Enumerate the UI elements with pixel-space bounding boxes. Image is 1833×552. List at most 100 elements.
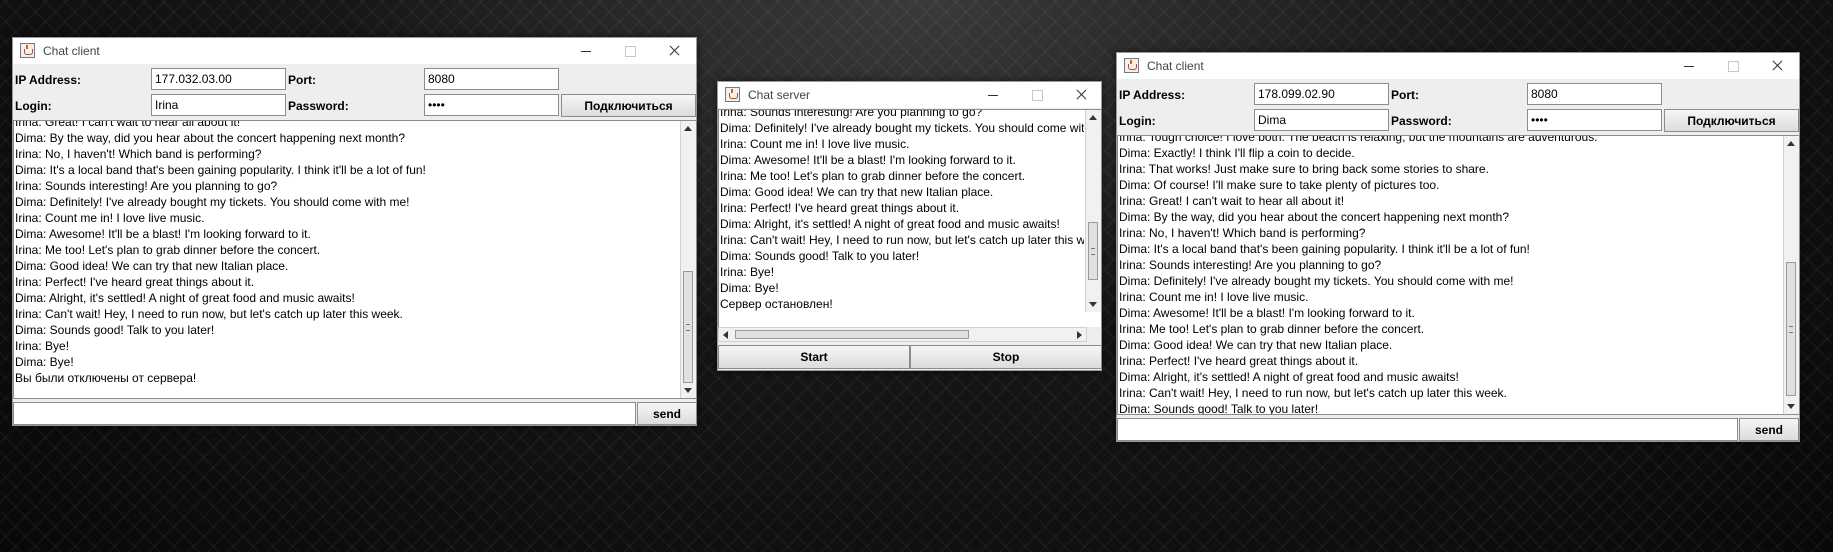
chat-message: Dima: Bye! (15, 355, 74, 369)
chat-message: Dima: It's a local band that's been gain… (1119, 242, 1530, 256)
vertical-scrollbar[interactable] (1085, 110, 1101, 312)
login-label: Login: (15, 99, 52, 113)
title-bar[interactable]: Chat client (13, 38, 696, 64)
horizontal-scrollbar[interactable] (718, 327, 1087, 342)
chat-message: Dima: Awesome! It'll be a blast! I'm loo… (15, 227, 311, 241)
scroll-left-arrow-icon[interactable] (719, 328, 734, 341)
server-log-lines: Irina: Sounds interesting! Are you plann… (719, 109, 1084, 312)
chat-message: Dima: Definitely! I've already bought my… (15, 195, 410, 209)
chat-history[interactable]: Irina: Great! I can't wait to hear all a… (13, 120, 697, 399)
window-title: Chat client (1147, 59, 1204, 73)
chat-message: Dima: Awesome! It'll be a blast! I'm loo… (1119, 306, 1415, 320)
java-app-icon (20, 43, 35, 58)
password-label: Password: (1391, 114, 1452, 128)
maximize-icon (608, 38, 652, 64)
chat-history[interactable]: Irina: Tough choice! I love both. The be… (1117, 135, 1800, 415)
login-label: Login: (1119, 114, 1156, 128)
chat-message: Dima: Alright, it's settled! A night of … (1119, 370, 1459, 384)
port-input[interactable] (1527, 83, 1662, 105)
chat-message: Irina: Me too! Let's plan to grab dinner… (1119, 322, 1425, 336)
log-message: Irina: Sounds interesting! Are you plann… (720, 109, 983, 119)
scroll-down-arrow-icon[interactable] (681, 383, 696, 398)
chat-message: Irina: Can't wait! Hey, I need to run no… (15, 307, 403, 321)
server-log[interactable]: Irina: Sounds interesting! Are you plann… (718, 109, 1102, 327)
log-message: Irina: Bye! (720, 265, 775, 279)
log-message: Dima: Bye! (720, 281, 779, 295)
chat-message: Irina: Count me in! I love live music. (1119, 290, 1309, 304)
scroll-up-arrow-icon[interactable] (681, 121, 696, 136)
minimize-icon[interactable] (1667, 53, 1711, 79)
title-bar[interactable]: Chat server (718, 82, 1101, 108)
start-button[interactable]: Start (718, 345, 910, 369)
java-app-icon (1124, 58, 1139, 73)
chat-client-window-dima: Chat client IP Address: Port: Login: Pas… (1116, 52, 1800, 442)
stop-button[interactable]: Stop (910, 345, 1102, 369)
horizontal-scroll-thumb[interactable] (735, 330, 969, 339)
chat-message: Irina: Bye! (15, 339, 70, 353)
chat-message: Irina: No, I haven't! Which band is perf… (15, 147, 262, 161)
scroll-down-arrow-icon[interactable] (1784, 399, 1799, 414)
title-bar[interactable]: Chat client (1117, 53, 1799, 79)
chat-message: Irina: Perfect! I've heard great things … (1119, 354, 1359, 368)
ip-address-input[interactable] (151, 68, 286, 90)
log-message: Irina: Count me in! I love live music. (720, 137, 910, 151)
close-icon[interactable] (1059, 82, 1103, 108)
chat-message: Irina: No, I haven't! Which band is perf… (1119, 226, 1366, 240)
chat-message: Вы были отключены от сервера! (15, 371, 197, 385)
scroll-up-arrow-icon[interactable] (1784, 136, 1799, 151)
close-icon[interactable] (652, 38, 696, 64)
minimize-icon[interactable] (971, 82, 1015, 108)
login-input[interactable] (151, 94, 286, 116)
chat-message: Irina: Count me in! I love live music. (15, 211, 205, 225)
message-input[interactable] (1117, 418, 1738, 441)
scroll-up-arrow-icon[interactable] (1086, 110, 1101, 125)
scroll-right-arrow-icon[interactable] (1071, 328, 1086, 341)
port-input[interactable] (424, 68, 559, 90)
connect-button[interactable]: Подключиться (1664, 109, 1799, 132)
vertical-scrollbar[interactable] (680, 121, 696, 398)
log-message: Сервер остановлен! (720, 297, 833, 311)
chat-message: Dima: Definitely! I've already bought my… (1119, 274, 1514, 288)
scroll-thumb[interactable] (1088, 222, 1098, 280)
scroll-thumb[interactable] (683, 271, 693, 383)
maximize-icon (1711, 53, 1755, 79)
chat-message: Irina: Tough choice! I love both. The be… (1119, 135, 1598, 144)
close-icon[interactable] (1755, 53, 1799, 79)
chat-message: Dima: Sounds good! Talk to you later! (15, 323, 215, 337)
window-title: Chat server (748, 88, 811, 102)
connect-button[interactable]: Подключиться (561, 94, 696, 117)
log-message: Dima: Good idea! We can try that new Ita… (720, 185, 994, 199)
ip-address-input[interactable] (1254, 83, 1389, 105)
log-message: Dima: Alright, it's settled! A night of … (720, 217, 1060, 231)
chat-message: Irina: Great! I can't wait to hear all a… (15, 120, 241, 129)
minimize-icon[interactable] (564, 38, 608, 64)
chat-message: Dima: Exactly! I think I'll flip a coin … (1119, 146, 1355, 160)
port-label: Port: (288, 73, 316, 87)
chat-message: Dima: It's a local band that's been gain… (15, 163, 426, 177)
message-input[interactable] (13, 402, 636, 425)
password-label: Password: (288, 99, 349, 113)
log-message: Dima: Sounds good! Talk to you later! (720, 249, 920, 263)
ip-address-label: IP Address: (15, 73, 82, 87)
chat-message: Dima: By the way, did you hear about the… (15, 131, 406, 145)
log-message: Irina: Can't wait! Hey, I need to run no… (720, 233, 1084, 247)
send-button[interactable]: send (1739, 418, 1799, 441)
window-title: Chat client (43, 44, 100, 58)
send-button[interactable]: send (637, 402, 697, 425)
login-input[interactable] (1254, 109, 1389, 131)
password-input[interactable] (1527, 109, 1662, 131)
maximize-icon (1015, 82, 1059, 108)
chat-server-window: Chat server Irina: Sounds interesting! A… (717, 81, 1102, 371)
scroll-down-arrow-icon[interactable] (1086, 297, 1101, 312)
port-label: Port: (1391, 88, 1419, 102)
scroll-thumb[interactable] (1786, 262, 1796, 396)
java-app-icon (725, 87, 740, 102)
chat-message: Dima: Good idea! We can try that new Ita… (1119, 338, 1393, 352)
chat-message: Irina: Sounds interesting! Are you plann… (15, 179, 278, 193)
log-message: Irina: Me too! Let's plan to grab dinner… (720, 169, 1026, 183)
vertical-scrollbar[interactable] (1783, 136, 1799, 414)
chat-message: Irina: Great! I can't wait to hear all a… (1119, 194, 1345, 208)
chat-lines: Irina: Great! I can't wait to hear all a… (14, 120, 426, 386)
password-input[interactable] (424, 94, 559, 116)
chat-lines: Irina: Tough choice! I love both. The be… (1118, 135, 1598, 414)
